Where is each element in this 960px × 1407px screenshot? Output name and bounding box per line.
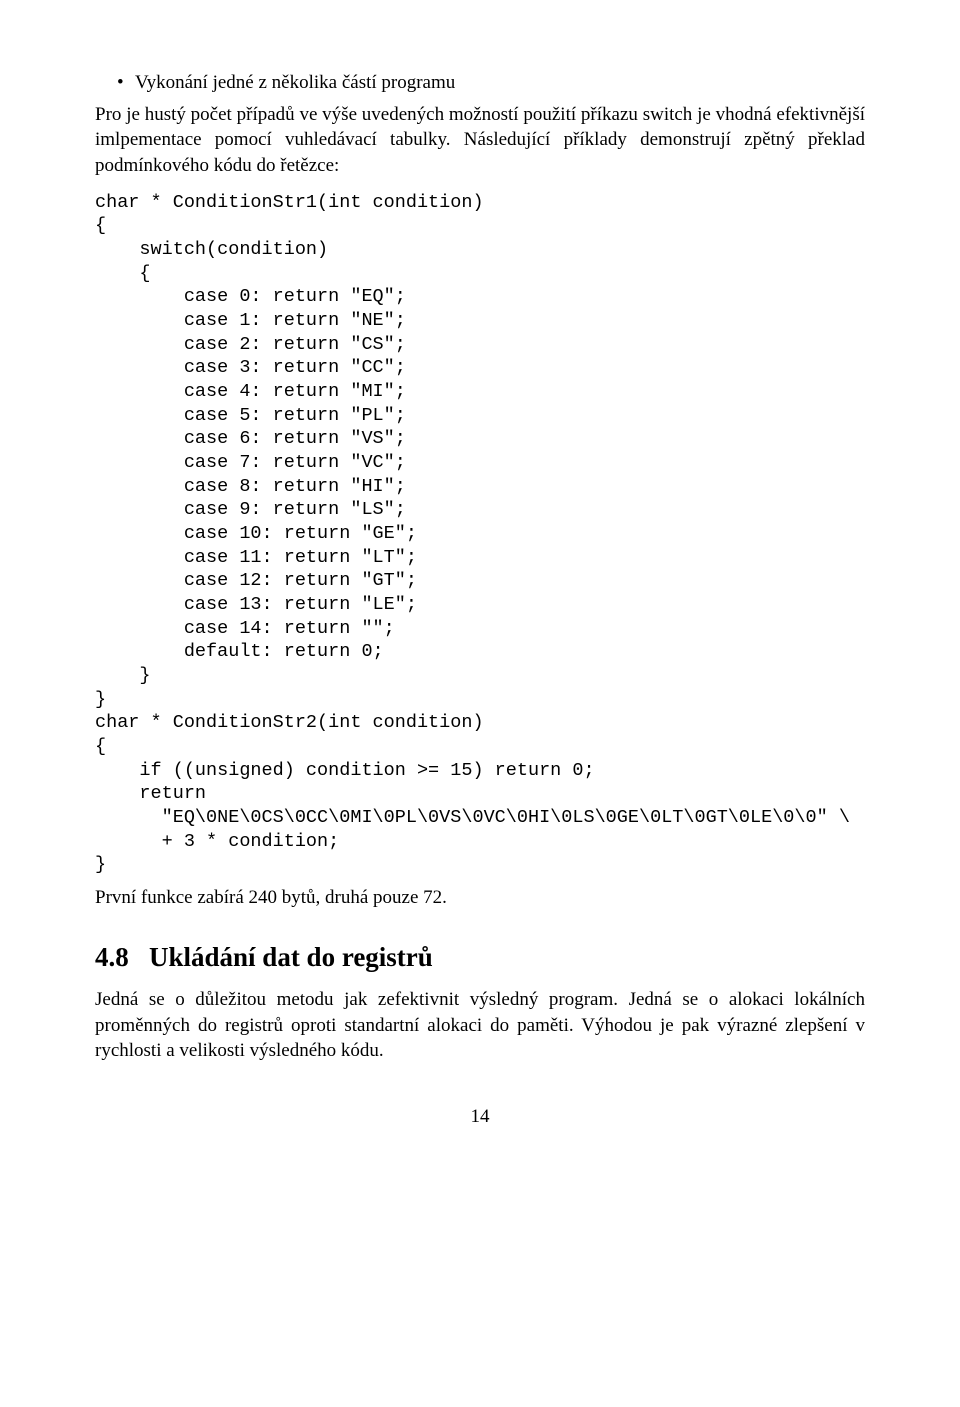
paragraph-intro: Pro je hustý počet případů ve výše uvede… <box>95 102 865 179</box>
bullet-item: Vykonání jedné z několika částí programu <box>135 70 865 96</box>
bullet-list: Vykonání jedné z několika částí programu <box>95 70 865 96</box>
paragraph-section: Jedná se o důležitou metodu jak zefektiv… <box>95 987 865 1064</box>
section-heading: 4.8 Ukládání dat do registrů <box>95 939 865 975</box>
heading-title: Ukládání dat do registrů <box>149 942 433 972</box>
page-number: 14 <box>95 1104 865 1130</box>
heading-number: 4.8 <box>95 942 129 972</box>
code-block: char * ConditionStr1(int condition) { sw… <box>95 191 865 877</box>
paragraph-result: První funkce zabírá 240 bytů, druhá pouz… <box>95 885 865 911</box>
